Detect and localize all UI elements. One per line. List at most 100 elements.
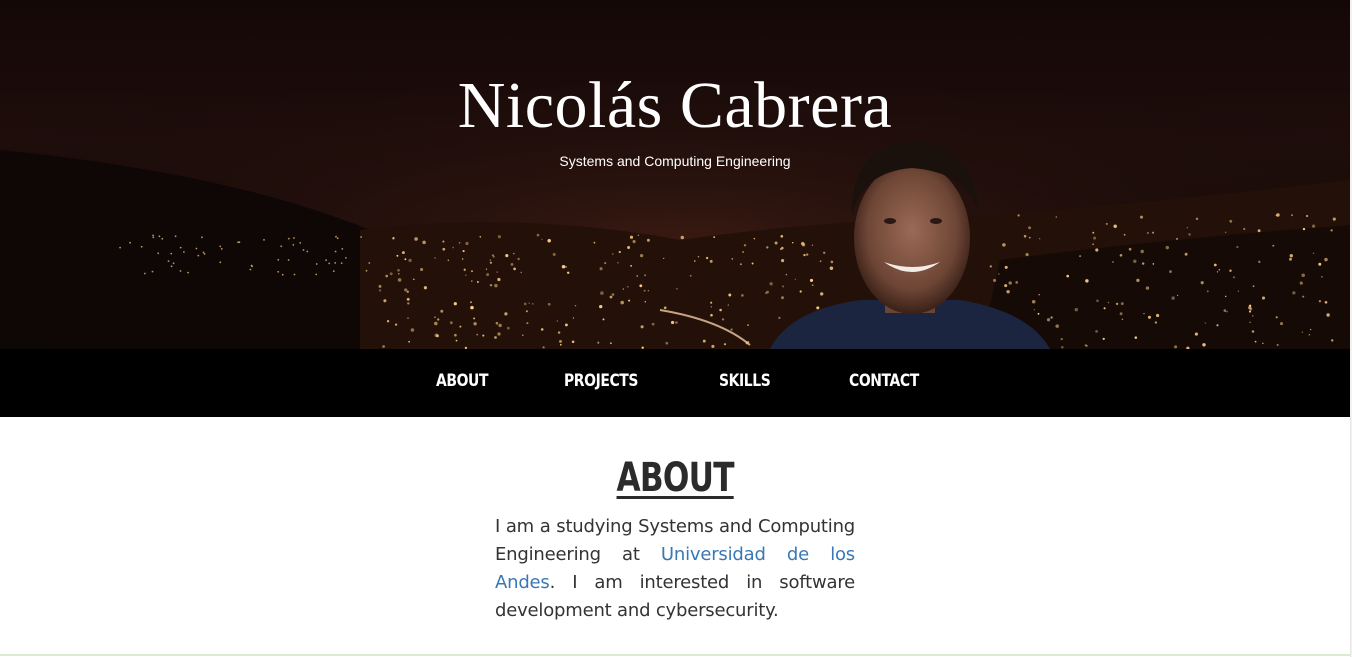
city-light: [644, 300, 647, 303]
city-light: [434, 257, 436, 259]
city-light: [675, 321, 678, 324]
city-light: [144, 272, 146, 275]
city-light: [1308, 333, 1311, 336]
city-light: [401, 251, 405, 255]
city-light: [1105, 222, 1108, 225]
city-light: [1066, 274, 1070, 278]
city-light: [1223, 309, 1227, 312]
city-light: [629, 235, 634, 239]
city-light: [574, 304, 577, 307]
city-light: [157, 252, 160, 255]
about-heading-wrap: ABOUT: [0, 455, 1350, 501]
city-light: [495, 321, 499, 325]
city-light: [1261, 296, 1266, 300]
city-light: [277, 270, 280, 273]
city-light: [1031, 299, 1036, 304]
city-light: [1310, 328, 1312, 331]
content-right-border: [1350, 417, 1351, 657]
city-light: [801, 243, 806, 247]
city-light: [465, 241, 469, 246]
city-light: [463, 268, 466, 271]
city-light: [741, 294, 744, 297]
city-light: [1202, 343, 1206, 347]
city-light: [408, 258, 412, 263]
city-light: [739, 263, 742, 266]
city-light: [709, 259, 713, 263]
city-light: [496, 271, 498, 273]
nav-link-contact[interactable]: CONTACT: [849, 371, 919, 391]
city-light: [1312, 252, 1315, 255]
city-light: [1301, 273, 1305, 278]
city-light: [782, 285, 785, 288]
city-light: [719, 308, 722, 312]
city-light: [536, 233, 540, 237]
city-light: [1312, 224, 1316, 228]
city-light: [325, 259, 327, 262]
city-light: [753, 237, 756, 240]
city-light: [442, 240, 445, 243]
city-light: [532, 303, 534, 305]
city-light: [1318, 300, 1322, 303]
city-light: [302, 249, 305, 251]
city-light: [600, 291, 604, 295]
city-light: [1092, 243, 1094, 245]
nav-link-projects[interactable]: PROJECTS: [564, 371, 638, 391]
city-light: [665, 341, 669, 345]
city-light: [781, 296, 784, 300]
city-light: [637, 234, 640, 236]
city-light: [1216, 324, 1219, 327]
city-light: [1107, 301, 1110, 304]
nav-link-about[interactable]: ABOUT: [436, 371, 488, 391]
city-light: [482, 334, 485, 337]
city-light: [1039, 238, 1041, 240]
city-light: [174, 235, 177, 238]
city-light: [471, 270, 473, 273]
city-light: [780, 235, 784, 238]
city-light: [1249, 321, 1251, 323]
city-light: [292, 244, 295, 246]
city-light: [593, 241, 596, 244]
city-light: [1143, 312, 1145, 315]
city-light: [1121, 318, 1124, 320]
city-light: [723, 343, 727, 346]
city-light: [1133, 259, 1137, 264]
nav-link-skills[interactable]: SKILLS: [719, 371, 771, 391]
city-light: [1096, 299, 1099, 303]
city-light: [644, 274, 647, 277]
city-light: [1226, 311, 1228, 313]
city-light: [1176, 294, 1179, 297]
city-light: [389, 272, 393, 276]
city-light: [334, 262, 337, 264]
city-light: [1289, 257, 1292, 261]
city-light: [774, 241, 778, 245]
city-light: [829, 266, 834, 271]
city-light: [572, 317, 575, 319]
city-light: [781, 259, 785, 263]
city-light: [1318, 262, 1322, 266]
city-light: [730, 328, 733, 331]
city-light: [1165, 245, 1170, 250]
city-light: [1142, 262, 1145, 265]
city-light: [1213, 263, 1217, 267]
city-light: [640, 325, 644, 329]
city-light: [1102, 337, 1105, 341]
city-light: [778, 316, 781, 319]
city-light: [517, 257, 520, 261]
city-light: [1326, 313, 1330, 317]
city-light: [473, 322, 477, 326]
city-light: [1092, 231, 1095, 234]
city-light: [1243, 227, 1246, 231]
city-light: [520, 271, 522, 274]
city-light: [785, 273, 788, 276]
city-light: [386, 320, 390, 323]
city-light: [1224, 231, 1227, 234]
city-light: [676, 287, 678, 290]
city-light: [779, 248, 782, 251]
city-light: [1145, 286, 1150, 290]
city-light: [1302, 227, 1306, 231]
city-light: [694, 260, 696, 262]
city-light: [1038, 294, 1040, 296]
city-light: [1015, 281, 1019, 284]
city-light: [627, 246, 631, 249]
city-light: [452, 246, 455, 249]
